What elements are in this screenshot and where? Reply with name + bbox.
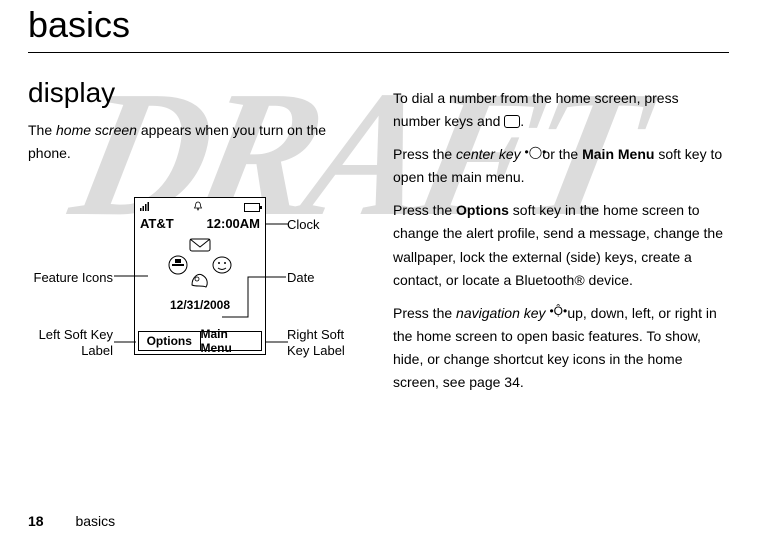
paragraph-2: Press the center key •◯• or the Main Men… bbox=[393, 143, 729, 189]
battery-icon bbox=[244, 203, 260, 212]
bell-icon bbox=[193, 201, 203, 214]
intro-prefix: The bbox=[28, 122, 56, 138]
p2-bold: Main Menu bbox=[582, 146, 654, 162]
footer-label: basics bbox=[75, 513, 115, 529]
callout-line-leftsoft bbox=[114, 341, 136, 343]
callout-date: Date bbox=[287, 270, 314, 285]
right-softkey: Main Menu bbox=[201, 332, 262, 350]
p4-italic: navigation key bbox=[456, 305, 549, 321]
clock-label: 12:00AM bbox=[207, 216, 260, 231]
phone-diagram: AT&T 12:00AM bbox=[28, 197, 363, 377]
signal-icon bbox=[140, 201, 152, 214]
center-key-icon: •◯• bbox=[525, 143, 539, 163]
send-key-icon bbox=[504, 115, 520, 128]
phone-screen-frame: AT&T 12:00AM bbox=[134, 197, 266, 355]
p2-prefix: Press the bbox=[393, 146, 456, 162]
page-title: basics bbox=[28, 4, 729, 46]
p4-prefix: Press the bbox=[393, 305, 456, 321]
feature-icons-graphic bbox=[160, 235, 240, 295]
callout-line-clock bbox=[266, 223, 288, 225]
callout-right-softkey: Right Soft Key Label bbox=[287, 327, 363, 358]
callout-clock: Clock bbox=[287, 217, 320, 232]
intro-text: The home screen appears when you turn on… bbox=[28, 119, 363, 165]
callout-left-softkey: Left Soft Key Label bbox=[28, 327, 113, 358]
left-softkey: Options bbox=[139, 332, 201, 350]
status-bar bbox=[135, 198, 265, 215]
softkey-row: Options Main Menu bbox=[138, 331, 262, 351]
p3-prefix: Press the bbox=[393, 202, 456, 218]
feature-icons-area bbox=[135, 232, 265, 298]
page-footer: 18 basics bbox=[28, 513, 115, 529]
section-heading: display bbox=[28, 77, 363, 109]
paragraph-4: Press the navigation key •Ộ• up, down, … bbox=[393, 302, 729, 394]
date-label: 12/31/2008 bbox=[135, 298, 265, 312]
title-rule bbox=[28, 52, 729, 53]
carrier-row: AT&T 12:00AM bbox=[135, 215, 265, 232]
left-column: display The home screen appears when you… bbox=[28, 77, 363, 394]
callout-line-rightsoft bbox=[266, 341, 288, 343]
p1-prefix: To dial a number from the home screen, p… bbox=[393, 90, 679, 129]
paragraph-3: Press the Options soft key in the home s… bbox=[393, 199, 729, 291]
columns: display The home screen appears when you… bbox=[28, 77, 729, 394]
p1-suffix: . bbox=[520, 113, 524, 129]
carrier-label: AT&T bbox=[140, 216, 174, 231]
page-number: 18 bbox=[28, 513, 44, 529]
paragraph-1: To dial a number from the home screen, p… bbox=[393, 87, 729, 133]
p3-bold: Options bbox=[456, 202, 509, 218]
intro-italic: home screen bbox=[56, 122, 137, 138]
p2-italic: center key bbox=[456, 146, 524, 162]
right-column: To dial a number from the home screen, p… bbox=[393, 77, 729, 394]
nav-key-icon: •Ộ• bbox=[549, 302, 563, 322]
callout-feature-icons: Feature Icons bbox=[28, 270, 113, 285]
